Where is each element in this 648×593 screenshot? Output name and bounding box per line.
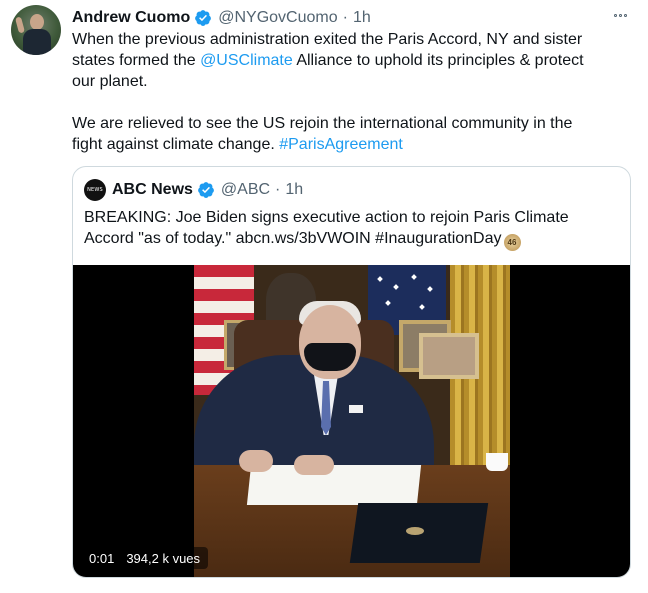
avatar-body	[23, 29, 51, 55]
tweet-line-blank	[72, 92, 632, 113]
tweet-line: our planet.	[72, 71, 632, 92]
video-frame	[194, 265, 510, 577]
mention-link-usclimate[interactable]: @USClimate	[200, 52, 293, 69]
header-separator: ·	[342, 9, 348, 26]
tweet-line-text: When the previous administration exited …	[72, 31, 583, 48]
more-options-icon[interactable]	[604, 4, 636, 26]
quoted-line-text: Accord "as of today." abcn.ws/3bVWOIN #I…	[84, 230, 502, 247]
tweet-line-text: We are relieved to see the US rejoin the…	[72, 115, 573, 132]
avatar-arm	[15, 16, 25, 34]
quoted-header-separator: ·	[275, 181, 281, 198]
tweet-text: When the previous administration exited …	[72, 29, 632, 155]
tweet-header: Andrew Cuomo @NYGovCuomo · 1h	[72, 7, 371, 29]
verified-badge-icon	[195, 10, 212, 26]
abc-news-avatar[interactable]: NEWS	[84, 179, 106, 201]
author-avatar[interactable]	[11, 5, 61, 55]
quoted-tweet-time[interactable]: 1h	[285, 181, 303, 199]
pocket-square	[349, 405, 363, 413]
avatar-head	[30, 14, 44, 30]
hand	[294, 455, 334, 475]
hashtag-link-parisagreement[interactable]: #ParisAgreement	[279, 136, 403, 153]
tweet-line-text: our planet.	[72, 73, 148, 90]
tweet-line: fight against climate change. #ParisAgre…	[72, 134, 632, 155]
quoted-author-name[interactable]: ABC News	[112, 181, 193, 199]
tweet-line-text: fight against climate change.	[72, 136, 280, 153]
tweet-line-text: states formed the	[72, 52, 201, 69]
photo-frame	[419, 333, 479, 379]
video-view-count: 394,2 k vues	[126, 550, 201, 566]
quoted-line: Accord "as of today." abcn.ws/3bVWOIN #I…	[84, 228, 624, 251]
quoted-tweet-header: NEWS ABC News @ABC · 1h	[84, 179, 303, 201]
video-info-overlay: 0:01 394,2 k vues	[81, 547, 209, 569]
document-paper	[246, 465, 422, 505]
tweet-line-text: Alliance to uphold its principles & prot…	[292, 52, 584, 69]
quoted-line-text: BREAKING: Joe Biden signs executive acti…	[84, 209, 569, 226]
video-player[interactable]: 0:01 394,2 k vues	[73, 265, 630, 577]
quoted-author-handle[interactable]: @ABC	[221, 181, 270, 199]
presidential-seal	[406, 527, 424, 535]
inauguration-46-emoji-icon: 46	[503, 234, 521, 251]
author-handle[interactable]: @NYGovCuomo	[218, 9, 337, 27]
tweet-line: When the previous administration exited …	[72, 29, 632, 50]
video-elapsed-time: 0:01	[89, 550, 115, 566]
hand	[239, 450, 273, 472]
abc-logo-text: NEWS	[87, 187, 103, 193]
tweet-line: We are relieved to see the US rejoin the…	[72, 113, 632, 134]
face-mask	[304, 343, 356, 371]
coffee-cup	[486, 453, 508, 471]
author-name[interactable]: Andrew Cuomo	[72, 9, 190, 27]
quoted-tweet[interactable]: NEWS ABC News @ABC · 1h BREAKING: Joe Bi…	[72, 166, 631, 578]
verified-badge-icon	[198, 182, 214, 198]
tweet-time[interactable]: 1h	[353, 9, 371, 27]
tweet-line: states formed the @USClimate Alliance to…	[72, 50, 632, 71]
quoted-tweet-text: BREAKING: Joe Biden signs executive acti…	[84, 207, 624, 251]
quoted-line: BREAKING: Joe Biden signs executive acti…	[84, 207, 624, 228]
